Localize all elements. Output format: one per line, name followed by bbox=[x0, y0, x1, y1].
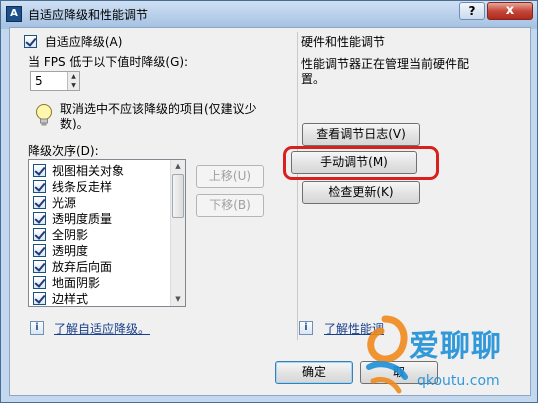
move-up-button[interactable]: 上移(U) bbox=[196, 165, 264, 188]
title-bar[interactable]: A 自适应降级和性能调节 ? x bbox=[1, 1, 537, 27]
tuner-status-line2: 置。 bbox=[301, 72, 326, 86]
list-item[interactable]: 线条反走样 bbox=[33, 178, 112, 194]
adaptive-degradation-checkbox[interactable] bbox=[24, 35, 37, 48]
list-item-label: 光源 bbox=[52, 196, 77, 210]
check-updates-button[interactable]: 检查更新(K) bbox=[302, 181, 420, 204]
lightbulb-icon bbox=[36, 104, 52, 126]
list-item[interactable]: 全阴影 bbox=[33, 226, 88, 242]
list-item[interactable]: 放弃后向面 bbox=[33, 258, 112, 274]
adaptive-degradation-label: 自适应降级(A) bbox=[44, 35, 123, 49]
site-watermark: 爱聊聊 qkoutu.com bbox=[351, 309, 536, 401]
autocad-app-icon: A bbox=[6, 6, 22, 22]
view-tuning-log-button[interactable]: 查看调节日志(V) bbox=[302, 123, 420, 146]
dialog-window: A 自适应降级和性能调节 ? x 自适应降级(A) 当 FPS 低于以下值时降级… bbox=[0, 0, 538, 403]
info-icon: i bbox=[299, 321, 313, 335]
close-button[interactable]: x bbox=[487, 2, 533, 20]
list-item[interactable]: 透明度质量 bbox=[33, 210, 112, 226]
list-item[interactable]: 地面阴影 bbox=[33, 274, 100, 290]
list-item-label: 透明度 bbox=[52, 244, 89, 258]
list-item-label: 边样式 bbox=[52, 292, 89, 306]
info-icon: i bbox=[30, 321, 44, 335]
item-checkbox[interactable] bbox=[33, 292, 46, 305]
scroll-thumb[interactable] bbox=[172, 174, 184, 218]
help-button[interactable]: ? bbox=[459, 2, 485, 20]
watermark-logo-icon bbox=[366, 315, 408, 394]
scroll-down-icon[interactable]: ▼ bbox=[171, 293, 185, 306]
degradation-order-label: 降级次序(D): bbox=[28, 144, 99, 158]
list-item-label: 视图相关对象 bbox=[52, 164, 125, 178]
item-checkbox[interactable] bbox=[33, 260, 46, 273]
tip-text-line1: 取消选中不应该降级的项目(仅建议少 bbox=[60, 102, 257, 116]
list-item-label: 放弃后向面 bbox=[52, 260, 113, 274]
column-divider bbox=[297, 32, 298, 340]
list-item[interactable]: 透明度 bbox=[33, 242, 88, 258]
item-checkbox[interactable] bbox=[33, 228, 46, 241]
watermark-text: 爱聊聊 bbox=[409, 329, 502, 364]
tip-text-line2: 数)。 bbox=[60, 117, 89, 131]
tuner-status-line1: 性能调节器正在管理当前硬件配 bbox=[301, 57, 470, 71]
list-item-label: 透明度质量 bbox=[52, 212, 113, 226]
hardware-tuning-group-title: 硬件和性能调节 bbox=[301, 35, 386, 49]
item-checkbox[interactable] bbox=[33, 164, 46, 177]
list-item-label: 线条反走样 bbox=[52, 180, 113, 194]
window-title: 自适应降级和性能调节 bbox=[28, 8, 149, 22]
list-item[interactable]: 光源 bbox=[33, 194, 76, 210]
list-scrollbar[interactable]: ▲ ▼ bbox=[170, 160, 185, 306]
learn-adaptive-degradation-link[interactable]: 了解自适应降级。 bbox=[54, 320, 150, 337]
list-item-label: 全阴影 bbox=[52, 228, 89, 242]
watermark-url: qkoutu.com bbox=[417, 373, 500, 389]
fps-threshold-label: 当 FPS 低于以下值时降级(G): bbox=[28, 55, 189, 69]
fps-threshold-value[interactable]: 5 bbox=[35, 74, 43, 88]
adaptive-degradation-toggle[interactable]: 自适应降级(A) bbox=[24, 33, 122, 50]
spinner-buttons[interactable]: ▲ ▼ bbox=[67, 72, 79, 90]
ok-button[interactable]: 确定 bbox=[275, 361, 353, 384]
item-checkbox[interactable] bbox=[33, 196, 46, 209]
item-checkbox[interactable] bbox=[33, 212, 46, 225]
list-item[interactable]: 视图相关对象 bbox=[33, 162, 124, 178]
scroll-up-icon[interactable]: ▲ bbox=[171, 160, 185, 173]
spinner-up-icon[interactable]: ▲ bbox=[68, 72, 79, 81]
manual-tune-button[interactable]: 手动调节(M) bbox=[291, 151, 417, 174]
item-checkbox[interactable] bbox=[33, 244, 46, 257]
list-item-label: 地面阴影 bbox=[52, 276, 101, 290]
spinner-down-icon[interactable]: ▼ bbox=[68, 81, 79, 90]
item-checkbox[interactable] bbox=[33, 180, 46, 193]
fps-threshold-spinner[interactable]: 5 ▲ ▼ bbox=[30, 71, 80, 91]
degradation-order-list[interactable]: 视图相关对象 线条反走样 光源 透明度质量 全阴影 透明度 放弃后向面 地面阴影… bbox=[28, 159, 186, 307]
move-down-button[interactable]: 下移(B) bbox=[196, 194, 264, 217]
list-item[interactable]: 边样式 bbox=[33, 290, 88, 306]
item-checkbox[interactable] bbox=[33, 276, 46, 289]
